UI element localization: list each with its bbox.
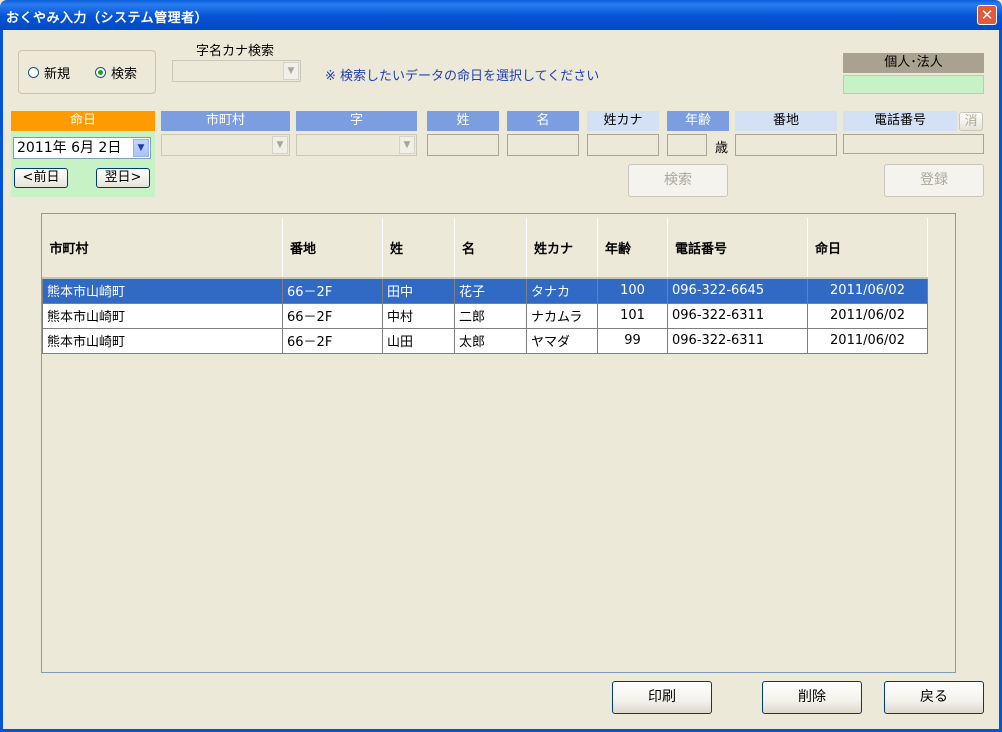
table-cell[interactable]: 太郎 xyxy=(454,327,527,354)
column-header[interactable]: 年齢 xyxy=(597,218,668,279)
table-cell[interactable]: 096-322-6311 xyxy=(667,327,808,354)
table-row[interactable]: 熊本市山崎町 66－2F 中村 二郎 ナカムラ 101 096-322-6311… xyxy=(42,302,928,329)
table-cell[interactable]: 2011/06/02 xyxy=(807,277,928,304)
column-header[interactable]: 電話番号 xyxy=(667,218,808,279)
banchi-input[interactable] xyxy=(735,134,837,156)
radio-new-label[interactable]: 新規 xyxy=(44,63,70,82)
register-button[interactable]: 登録 xyxy=(884,164,984,197)
window-title: おくやみ入力（システム管理者） xyxy=(6,11,209,26)
chevron-down-icon[interactable]: ▼ xyxy=(399,136,415,154)
aza-header: 字 xyxy=(296,111,417,131)
nenrei-input[interactable] xyxy=(667,134,707,156)
table-cell[interactable]: 66－2F xyxy=(282,302,383,329)
table-cell[interactable]: 田中 xyxy=(382,277,455,304)
table-cell[interactable]: 101 xyxy=(597,302,668,329)
table-cell[interactable]: ナカムラ xyxy=(526,302,598,329)
delete-button[interactable]: 削除 xyxy=(762,681,862,714)
column-header[interactable]: 番地 xyxy=(282,218,383,279)
mei-input[interactable] xyxy=(507,134,579,156)
date-picker[interactable]: 2011年 6月 2日 ▼ xyxy=(13,137,151,159)
table-cell[interactable]: 2011/06/02 xyxy=(807,327,928,354)
age-unit-label: 歳 xyxy=(715,141,729,156)
table-cell[interactable]: 山田 xyxy=(382,327,455,354)
shichoson-select[interactable]: ▼ xyxy=(161,134,290,156)
denwa-input[interactable] xyxy=(843,134,984,154)
table-cell[interactable]: ヤマダ xyxy=(526,327,598,354)
title-bar: おくやみ入力（システム管理者） ✕ xyxy=(0,0,1002,30)
table-header-row: 市町村 番地 姓 名 姓カナ 年齢 電話番号 命日 xyxy=(42,218,928,279)
chevron-down-icon[interactable]: ▼ xyxy=(283,62,299,80)
table-cell[interactable]: 66－2F xyxy=(282,327,383,354)
column-header[interactable]: 市町村 xyxy=(42,218,283,279)
nenrei-header: 年齢 xyxy=(667,111,729,131)
instruction-note: ※ 検索したいデータの命日を選択してください xyxy=(325,69,600,84)
meinichi-header: 命日 xyxy=(11,111,155,131)
table-cell[interactable]: 2011/06/02 xyxy=(807,302,928,329)
mei-header: 名 xyxy=(507,111,579,131)
table-cell[interactable]: 096-322-6311 xyxy=(667,302,808,329)
table-row[interactable]: 熊本市山崎町 66－2F 田中 花子 タナカ 100 096-322-6645 … xyxy=(42,277,928,304)
close-button[interactable]: ✕ xyxy=(977,5,997,25)
sei-kana-input[interactable] xyxy=(587,134,659,156)
person-type-field[interactable] xyxy=(843,75,984,94)
table-cell[interactable]: 096-322-6645 xyxy=(667,277,808,304)
column-header[interactable]: 姓カナ xyxy=(526,218,598,279)
table-cell[interactable]: 花子 xyxy=(454,277,527,304)
table-cell[interactable]: 中村 xyxy=(382,302,455,329)
results-table: 市町村 番地 姓 名 姓カナ 年齢 電話番号 命日 熊本市山崎町 66－2F 田… xyxy=(42,218,928,354)
radio-search-label[interactable]: 検索 xyxy=(111,63,137,82)
back-button[interactable]: 戻る xyxy=(884,681,984,714)
chevron-down-icon[interactable]: ▼ xyxy=(133,139,149,157)
kana-search-select[interactable]: ▼ xyxy=(172,60,301,82)
table-cell[interactable]: 99 xyxy=(597,327,668,354)
person-type-header: 個人･法人 xyxy=(843,53,984,73)
radio-new-indicator[interactable] xyxy=(28,67,39,78)
table-cell[interactable]: 100 xyxy=(597,277,668,304)
table-cell[interactable]: 66－2F xyxy=(282,277,383,304)
shichoson-header: 市町村 xyxy=(161,111,290,131)
table-cell[interactable]: タナカ xyxy=(526,277,598,304)
column-header[interactable]: 名 xyxy=(454,218,527,279)
table-row[interactable]: 熊本市山崎町 66－2F 山田 太郎 ヤマダ 99 096-322-6311 2… xyxy=(42,327,928,354)
print-button[interactable]: 印刷 xyxy=(612,681,712,714)
banchi-header: 番地 xyxy=(735,111,837,131)
kana-search-label: 字名カナ検索 xyxy=(196,44,275,59)
next-day-button[interactable]: 翌日> xyxy=(96,168,150,188)
aza-select[interactable]: ▼ xyxy=(296,134,417,156)
table-cell[interactable]: 熊本市山崎町 xyxy=(42,302,283,329)
radio-search-indicator[interactable] xyxy=(95,67,106,78)
column-header[interactable]: 命日 xyxy=(807,218,928,279)
clear-button[interactable]: 消 xyxy=(959,112,983,131)
sei-kana-header: 姓カナ xyxy=(587,111,659,131)
radio-search[interactable]: 検索 xyxy=(95,63,137,82)
table-cell[interactable]: 熊本市山崎町 xyxy=(42,277,283,304)
search-button[interactable]: 検索 xyxy=(628,164,728,197)
column-header[interactable]: 姓 xyxy=(382,218,455,279)
table-cell[interactable]: 熊本市山崎町 xyxy=(42,327,283,354)
chevron-down-icon[interactable]: ▼ xyxy=(272,136,288,154)
table-cell[interactable]: 二郎 xyxy=(454,302,527,329)
prev-day-button[interactable]: <前日 xyxy=(14,168,68,188)
radio-new[interactable]: 新規 xyxy=(28,63,70,82)
date-value: 2011年 6月 2日 xyxy=(17,140,122,156)
mode-radio-group: 新規 検索 xyxy=(18,50,156,94)
denwa-header: 電話番号 xyxy=(843,111,957,131)
sei-input[interactable] xyxy=(427,134,499,156)
sei-header: 姓 xyxy=(427,111,499,131)
